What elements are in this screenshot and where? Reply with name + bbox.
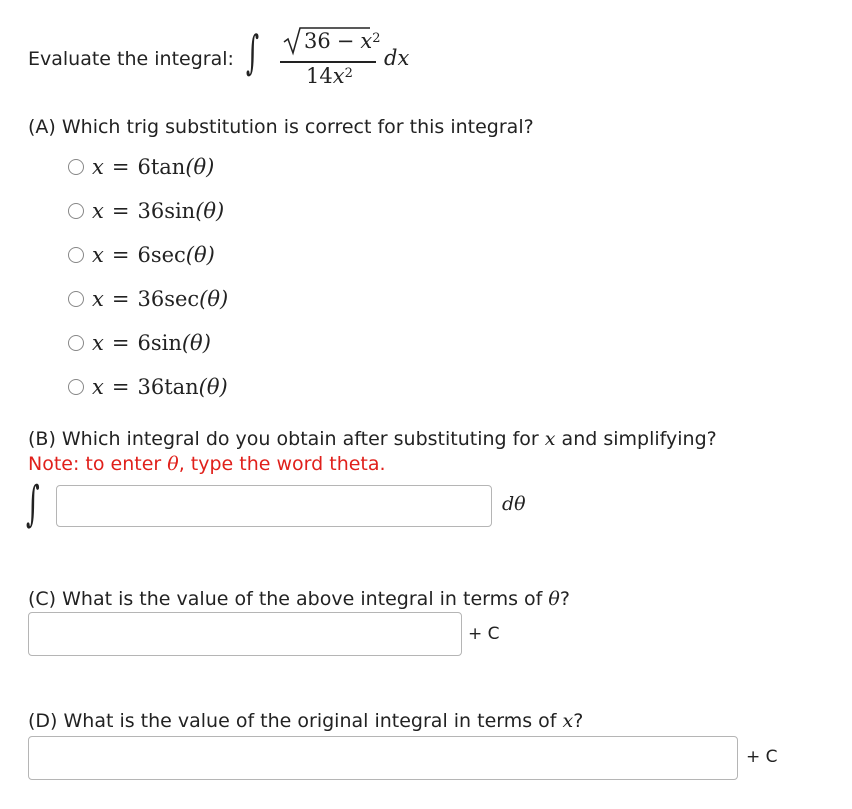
partD-question-var: x	[562, 710, 574, 732]
option-a2[interactable]: x = 36sin(θ)	[68, 196, 224, 226]
minus-sign: −	[336, 29, 355, 53]
partB-note-prefix: Note: to enter	[28, 453, 168, 475]
option-coef: 36	[137, 199, 165, 223]
radio-button[interactable]	[68, 335, 84, 351]
option-coef: 6	[137, 243, 151, 267]
partB-question-suffix: and simplifying?	[555, 428, 717, 450]
option-a4[interactable]: x = 36sec(θ)	[68, 284, 228, 314]
option-a1[interactable]: x = 6tan(θ)	[68, 152, 214, 182]
option-var: x	[92, 199, 104, 223]
option-var: x	[92, 375, 104, 399]
radio-button[interactable]	[68, 291, 84, 307]
partC-answer-input[interactable]	[29, 613, 461, 655]
numerator-var: x	[360, 29, 373, 53]
radio-button[interactable]	[68, 203, 84, 219]
option-func: sin	[164, 199, 196, 223]
partB-question-prefix: (B) Which integral do you obtain after s…	[28, 428, 545, 450]
option-func: sec	[164, 287, 200, 311]
option-equals: =	[111, 331, 130, 355]
radio-button[interactable]	[68, 247, 84, 263]
option-func: sin	[150, 331, 182, 355]
partD-answer-input[interactable]	[29, 737, 737, 779]
option-equals: =	[111, 375, 130, 399]
partD-question-prefix: (D) What is the value of the original in…	[28, 710, 563, 732]
partB-note: Note: to enter θ, type the word theta.	[28, 453, 386, 475]
partC-question: (C) What is the value of the above integ…	[28, 588, 570, 610]
option-expression: x = 36sin(θ)	[92, 199, 224, 223]
partC-input-box	[28, 612, 462, 656]
partB-answer-input[interactable]	[57, 486, 491, 526]
option-coef: 6	[137, 331, 151, 355]
option-coef: 6	[137, 155, 151, 179]
option-equals: =	[111, 155, 130, 179]
option-equals: =	[111, 243, 130, 267]
radio-button[interactable]	[68, 159, 84, 175]
fraction-bar	[280, 61, 376, 63]
partA-question: (A) Which trig substitution is correct f…	[28, 116, 534, 138]
option-coef: 36	[137, 287, 165, 311]
option-a5[interactable]: x = 6sin(θ)	[68, 328, 211, 358]
option-expression: x = 6tan(θ)	[92, 155, 214, 179]
partB-integral-sign: ∫	[26, 476, 40, 532]
partB-note-theta: θ	[167, 453, 179, 475]
option-equals: =	[111, 199, 130, 223]
option-arg: (θ)	[199, 287, 229, 311]
partD-question: (D) What is the value of the original in…	[28, 710, 583, 732]
partB-input-box	[56, 485, 492, 527]
option-func: sec	[150, 243, 186, 267]
option-arg: (θ)	[198, 375, 228, 399]
partC-question-suffix: ?	[559, 588, 570, 610]
option-var: x	[92, 287, 104, 311]
option-var: x	[92, 155, 104, 179]
option-var: x	[92, 331, 104, 355]
partB-note-suffix: , type the word theta.	[178, 453, 386, 475]
option-equals: =	[111, 287, 130, 311]
partD-input-box	[28, 736, 738, 780]
partD-question-suffix: ?	[573, 710, 584, 732]
option-coef: 36	[137, 375, 165, 399]
denominator-var: x	[332, 64, 345, 88]
partB-differential: dθ	[502, 493, 526, 515]
option-var: x	[92, 243, 104, 267]
denominator-coef: 14	[306, 64, 333, 88]
option-expression: x = 36tan(θ)	[92, 375, 228, 399]
numerator-const: 36	[304, 29, 331, 53]
intro-label: Evaluate the integral:	[28, 48, 234, 70]
option-func: tan	[150, 155, 186, 179]
denominator-exp: 2	[344, 66, 353, 81]
option-arg: (θ)	[185, 155, 215, 179]
option-a6[interactable]: x = 36tan(θ)	[68, 372, 228, 402]
option-arg: (θ)	[195, 199, 225, 223]
numerator-exp: 2	[372, 31, 381, 46]
integral-sign: ∫	[246, 25, 260, 79]
partD-constant: + C	[746, 747, 778, 767]
option-a3[interactable]: x = 6sec(θ)	[68, 240, 215, 270]
option-expression: x = 6sin(θ)	[92, 331, 211, 355]
option-expression: x = 6sec(θ)	[92, 243, 215, 267]
partB-question: (B) Which integral do you obtain after s…	[28, 428, 717, 450]
partC-constant: + C	[468, 624, 500, 644]
option-expression: x = 36sec(θ)	[92, 287, 228, 311]
option-arg: (θ)	[185, 243, 215, 267]
differential-dx: dx	[384, 46, 410, 70]
partC-question-prefix: (C) What is the value of the above integ…	[28, 588, 549, 610]
option-arg: (θ)	[181, 331, 211, 355]
denominator: 14 x 2	[306, 64, 353, 88]
option-func: tan	[164, 375, 199, 399]
radio-button[interactable]	[68, 379, 84, 395]
partC-question-theta: θ	[548, 588, 560, 610]
partB-question-var: x	[544, 428, 556, 450]
